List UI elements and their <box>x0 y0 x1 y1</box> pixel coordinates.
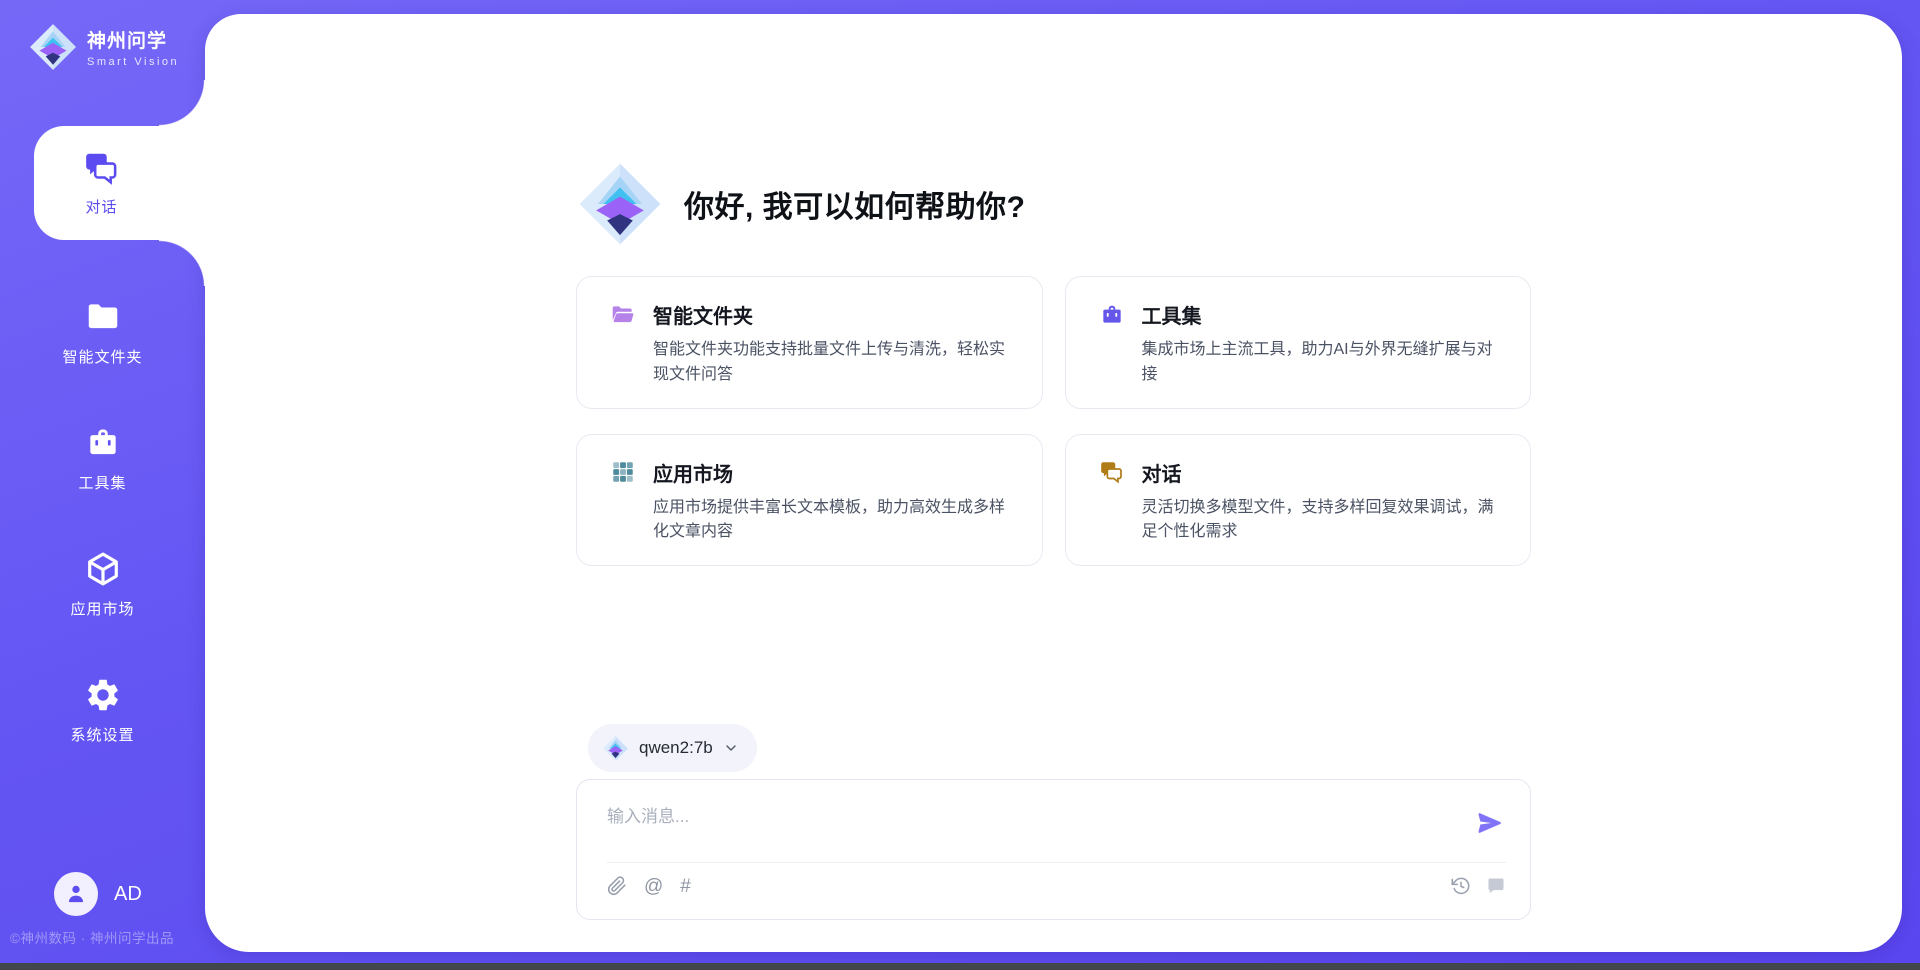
sidebar-item-label: 工具集 <box>78 472 126 493</box>
brand: 神州问学 Smart Vision <box>28 22 179 72</box>
sidebar-item-label: 智能文件夹 <box>62 346 142 367</box>
composer: qwen2:7b <box>576 724 1531 920</box>
cube-icon <box>84 550 122 588</box>
user-account[interactable]: AD <box>54 872 142 916</box>
feature-cards: 智能文件夹 智能文件夹功能支持批量文件上传与清洗，轻松实现文件问答 工具集 集成… <box>576 276 1531 566</box>
hero: 你好, 我可以如何帮助你? <box>576 160 1531 248</box>
card-chat[interactable]: 对话 灵活切换多模型文件，支持多样回复效果调试，满足个性化需求 <box>1065 434 1532 567</box>
send-button[interactable] <box>1474 808 1506 840</box>
grid-icon <box>610 459 636 485</box>
card-smart-folder[interactable]: 智能文件夹 智能文件夹功能支持批量文件上传与清洗，轻松实现文件问答 <box>576 276 1043 409</box>
chat-square-icon[interactable] <box>1486 876 1506 896</box>
gear-icon <box>84 676 122 714</box>
card-title: 应用市场 <box>653 458 733 487</box>
sidebar-item-label: 系统设置 <box>70 724 134 745</box>
toolbox-icon <box>1099 302 1125 328</box>
card-description: 灵活切换多模型文件，支持多样回复效果调试，满足个性化需求 <box>1142 496 1505 546</box>
avatar <box>54 872 98 916</box>
person-icon <box>63 881 89 907</box>
card-description: 应用市场提供丰富长文本模板，助力高效生成多样化文章内容 <box>653 496 1016 546</box>
chat-bubbles-icon <box>83 149 121 187</box>
sidebar: 神州问学 Smart Vision 对话 智能文件夹 工具集 应用市场 <box>0 0 205 970</box>
sidebar-item-toolset[interactable]: 工具集 <box>0 418 205 493</box>
folder-icon <box>84 298 122 336</box>
diamond-logo <box>576 160 664 248</box>
paperclip-icon[interactable] <box>607 876 627 896</box>
sidebar-item-smart-folder[interactable]: 智能文件夹 <box>0 292 205 367</box>
model-selector[interactable]: qwen2:7b <box>588 724 757 772</box>
card-toolset[interactable]: 工具集 集成市场上主流工具，助力AI与外界无缝扩展与对接 <box>1065 276 1532 409</box>
hash-icon[interactable]: # <box>680 877 691 896</box>
folder-open-icon <box>610 302 636 328</box>
card-title: 工具集 <box>1142 300 1202 329</box>
window-bottom-edge <box>0 963 1920 970</box>
brand-subtitle: Smart Vision <box>87 56 179 68</box>
message-input[interactable] <box>607 798 1474 862</box>
main-panel: 你好, 我可以如何帮助你? 智能文件夹 智能文件夹功能支持批量文件上传与清洗，轻… <box>205 14 1902 952</box>
user-initials: AD <box>114 883 142 906</box>
card-app-market[interactable]: 应用市场 应用市场提供丰富长文本模板，助力高效生成多样化文章内容 <box>576 434 1043 567</box>
card-title: 智能文件夹 <box>653 300 753 329</box>
card-title: 对话 <box>1142 458 1182 487</box>
toolbox-icon <box>84 424 122 462</box>
sidebar-item-chat[interactable]: 对话 <box>34 126 205 240</box>
diamond-logo <box>602 735 629 762</box>
sidebar-footer: ©神州数码 · 神州问学出品 <box>10 927 174 947</box>
card-description: 智能文件夹功能支持批量文件上传与清洗，轻松实现文件问答 <box>653 338 1016 388</box>
send-icon <box>1476 809 1504 837</box>
sidebar-item-settings[interactable]: 系统设置 <box>0 670 205 745</box>
history-icon[interactable] <box>1451 876 1471 896</box>
greeting-title: 你好, 我可以如何帮助你? <box>684 182 1026 226</box>
sidebar-item-app-market[interactable]: 应用市场 <box>0 544 205 619</box>
brand-name: 神州问学 <box>87 26 179 53</box>
chat-bubbles-icon <box>1099 459 1125 485</box>
card-description: 集成市场上主流工具，助力AI与外界无缝扩展与对接 <box>1142 338 1505 388</box>
message-input-card: @ # <box>576 779 1531 920</box>
sidebar-item-label: 应用市场 <box>70 598 134 619</box>
sidebar-item-label: 对话 <box>85 196 117 217</box>
model-name: qwen2:7b <box>639 738 713 758</box>
diamond-logo <box>28 22 78 72</box>
chevron-down-icon <box>723 740 739 756</box>
at-icon[interactable]: @ <box>644 877 663 896</box>
